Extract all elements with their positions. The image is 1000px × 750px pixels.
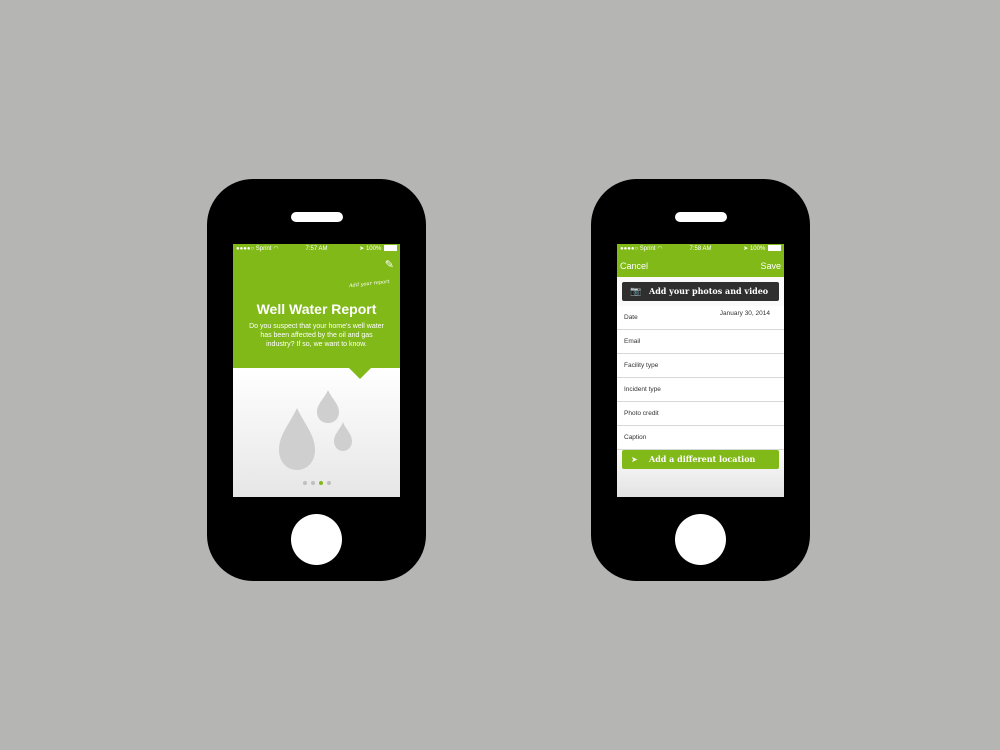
nav-bar: ●●●●○ Sprint ◠ 7:58 AM ➤ 100% Cancel Sav… (617, 244, 784, 277)
illustration-area (233, 368, 400, 497)
field-caption[interactable]: Caption (617, 426, 784, 450)
field-date[interactable]: Date January 30, 2014 (617, 306, 784, 330)
field-label: Email (624, 338, 641, 345)
add-report-link[interactable]: Add your report (349, 279, 390, 289)
add-media-label: Add your photos and video (649, 286, 769, 296)
page-title: Well Water Report (256, 301, 377, 317)
phone-mockup-left: ●●●●○ Sprint ◠ 7:57 AM ➤ 100% ✎ Add your… (207, 179, 426, 581)
hero-pointer (349, 368, 371, 379)
pencil-icon[interactable]: ✎ (385, 258, 394, 271)
speaker-grille (675, 212, 727, 222)
save-button[interactable]: Save (760, 261, 781, 271)
page-dot[interactable] (326, 481, 331, 485)
battery-icon (384, 245, 397, 252)
screen-report-form: ●●●●○ Sprint ◠ 7:58 AM ➤ 100% Cancel Sav… (617, 244, 784, 497)
intro-description: Do you suspect that your home's well wat… (249, 323, 384, 348)
field-label: Caption (624, 434, 647, 441)
field-facility-type[interactable]: Facility type (617, 354, 784, 378)
camera-icon: 📷 (630, 286, 642, 296)
battery-icon (768, 245, 781, 252)
battery-percent: 100% (749, 246, 766, 252)
battery-percent: 100% (365, 246, 382, 252)
add-location-label: Add a different location (649, 454, 756, 464)
field-label: Incident type (624, 386, 661, 393)
home-button (291, 514, 342, 565)
page-indicator[interactable] (233, 481, 400, 485)
field-incident-type[interactable]: Incident type (617, 378, 784, 402)
page-dot[interactable] (302, 481, 307, 485)
speaker-grille (291, 212, 343, 222)
location-arrow-icon: ➤ (631, 455, 638, 464)
water-drops-icon (279, 390, 352, 470)
field-label: Facility type (624, 362, 659, 369)
location-arrow-icon: ➤ (359, 246, 365, 252)
field-label: Photo credit (624, 410, 659, 417)
field-value[interactable]: January 30, 2014 (720, 302, 770, 325)
status-bar: ●●●●○ Sprint ◠ 7:58 AM ➤ 100% (617, 244, 784, 255)
add-location-button[interactable]: ➤ Add a different location (622, 450, 779, 469)
page-dot-active[interactable] (318, 481, 323, 485)
field-photo-credit[interactable]: Photo credit (617, 402, 784, 426)
phone-mockup-right: ●●●●○ Sprint ◠ 7:58 AM ➤ 100% Cancel Sav… (591, 179, 810, 581)
screen-intro: ●●●●○ Sprint ◠ 7:57 AM ➤ 100% ✎ Add your… (233, 244, 400, 497)
field-email[interactable]: Email (617, 330, 784, 354)
field-label: Date (624, 314, 638, 321)
cancel-button[interactable]: Cancel (620, 261, 648, 271)
location-arrow-icon: ➤ (743, 246, 749, 252)
status-bar: ●●●●○ Sprint ◠ 7:57 AM ➤ 100% (233, 244, 400, 255)
report-form: 📷 Add your photos and video Date January… (617, 277, 784, 497)
page-dot[interactable] (310, 481, 315, 485)
hero-panel: ●●●●○ Sprint ◠ 7:57 AM ➤ 100% ✎ Add your… (233, 244, 400, 368)
add-media-button[interactable]: 📷 Add your photos and video (622, 282, 779, 301)
home-button (675, 514, 726, 565)
